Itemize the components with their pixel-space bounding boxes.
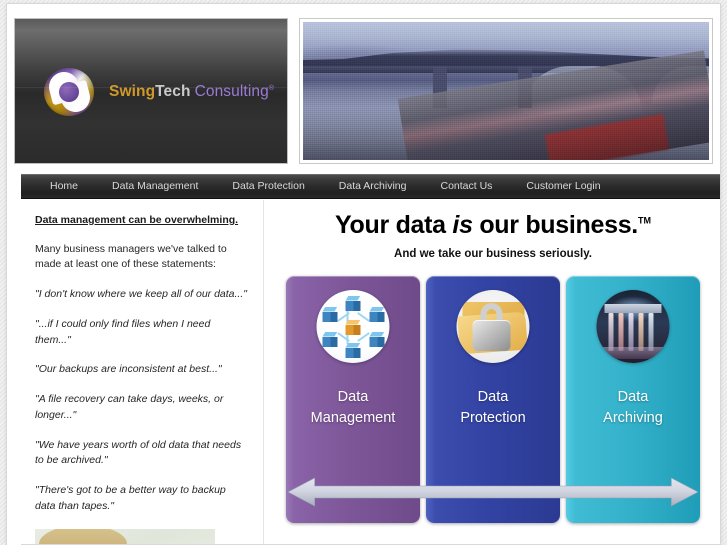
sidebar: Data management can be overwhelming. Man… (21, 200, 264, 545)
pillar-label-line-2: Archiving (603, 409, 663, 426)
pillar-label-data-protection: Data Protection (426, 387, 560, 429)
headline-emphasis: is (452, 211, 473, 239)
pillar-label-data-archiving: Data Archiving (566, 387, 700, 429)
logo-word-swing: Swing (109, 83, 156, 100)
sidebar-heading: Data management can be overwhelming. (35, 214, 239, 226)
page-content: Data management can be overwhelming. Man… (21, 200, 720, 545)
network-cubes-icon (316, 289, 390, 363)
folder-padlock-icon (456, 289, 530, 363)
pillar-data-protection[interactable]: Data Protection (426, 275, 560, 523)
sidebar-quote-3: "Our backups are inconsistent at best...… (35, 363, 222, 376)
pillar-label-line-1: Data (337, 388, 369, 405)
nav-item-home[interactable]: Home (33, 175, 95, 198)
logo-panel[interactable]: SwingTech Consulting® (14, 18, 288, 164)
businessman-on-phone-photo (35, 528, 215, 545)
site-header: SwingTech Consulting® (14, 18, 713, 164)
main-navigation[interactable]: Home Data Management Data Protection Dat… (21, 174, 720, 199)
pillar-label-data-management: Data Management (286, 387, 420, 429)
site-page: SwingTech Consulting® Home Data Managemen… (7, 4, 720, 545)
nav-item-data-archiving[interactable]: Data Archiving (322, 175, 424, 198)
pillar-label-line-2: Management (310, 409, 396, 426)
pillar-data-management[interactable]: Data Management (286, 275, 420, 523)
sidebar-quote-4: "A file recovery can take days, weeks, o… (35, 393, 224, 421)
nav-item-contact-us[interactable]: Contact Us (423, 175, 509, 198)
river-bridge-cityscape-photo (303, 22, 709, 160)
trademark-icon: TM (637, 215, 651, 226)
logo-wordmark: SwingTech Consulting® (109, 83, 274, 101)
sidebar-quote-5: "We have years worth of old data that ne… (35, 438, 242, 467)
registered-trademark-icon: ® (268, 84, 275, 92)
archive-columns-icon (596, 289, 670, 363)
logo-word-tech: Tech (155, 83, 191, 100)
pillar-label-line-2: Protection (460, 409, 526, 426)
header-banner-frame (299, 18, 713, 164)
sidebar-intro-text: Many business managers we've talked to m… (35, 242, 227, 271)
service-pillars: Data Management Data Protection Data Arc… (286, 275, 700, 523)
main-column: Your data is our business.TM And we take… (264, 200, 720, 545)
nav-item-data-management[interactable]: Data Management (95, 175, 215, 198)
nav-item-customer-login[interactable]: Customer Login (509, 175, 617, 198)
headline-part-2: our business. (472, 211, 638, 239)
page-subheadline: And we take our business seriously. (394, 247, 592, 260)
sidebar-quote-6: "There's got to be a better way to backu… (35, 484, 226, 512)
pillar-label-line-1: Data (617, 388, 649, 405)
sidebar-quote-2: "...if I could only find files when I ne… (35, 317, 211, 346)
headline-part-1: Your data (335, 211, 453, 239)
pillar-label-line-1: Data (477, 388, 509, 405)
swingtech-swirl-logo-icon (43, 67, 95, 117)
logo-lockup: SwingTech Consulting® (43, 67, 274, 117)
logo-word-consulting: Consulting (194, 83, 269, 100)
page-headline: Your data is our business.TM (286, 211, 700, 240)
pillar-data-archiving[interactable]: Data Archiving (566, 275, 700, 523)
nav-item-data-protection[interactable]: Data Protection (215, 175, 321, 198)
sidebar-quote-1: "I don't know where we keep all of our d… (35, 288, 247, 301)
